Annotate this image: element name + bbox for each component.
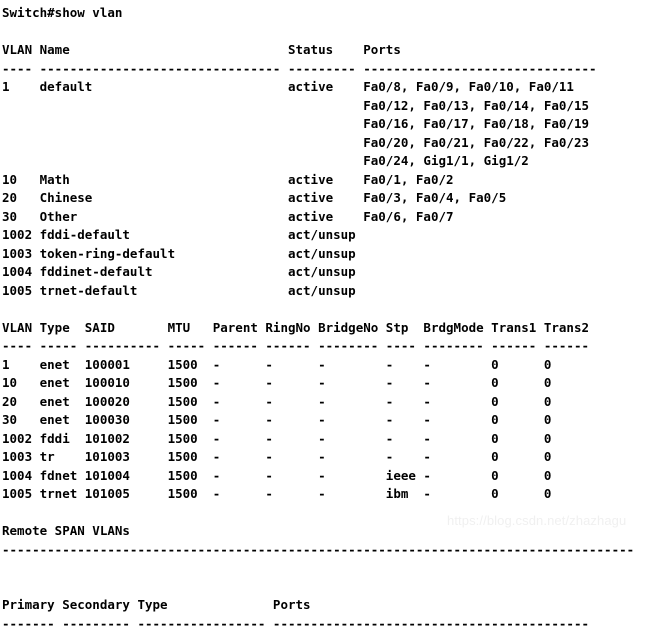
table-row: 10 enet 100010 1500 - - - - - 0 0 xyxy=(2,374,666,393)
private-vlan-table-separator: ------- --------- ----------------- ----… xyxy=(2,615,666,633)
table-row: 30 enet 100030 1500 - - - - - 0 0 xyxy=(2,411,666,430)
remote-span-value xyxy=(2,559,666,578)
table-row: 20 enet 100020 1500 - - - - - 0 0 xyxy=(2,393,666,412)
private-vlan-table-header: Primary Secondary Type Ports xyxy=(2,596,666,615)
table-row: 10 Math active Fa0/1, Fa0/2 xyxy=(2,171,666,190)
table-row-continuation: Fa0/24, Gig1/1, Gig1/2 xyxy=(2,152,666,171)
blank-line xyxy=(2,504,666,523)
vlan-table-header: VLAN Name Status Ports xyxy=(2,41,666,60)
table-row: 1003 token-ring-default act/unsup xyxy=(2,245,666,264)
vlan-table-separator: ---- -------------------------------- --… xyxy=(2,60,666,79)
remote-span-separator: ----------------------------------------… xyxy=(2,541,666,560)
blank-line xyxy=(2,23,666,42)
table-row: 1002 fddi-default act/unsup xyxy=(2,226,666,245)
table-row: 1004 fddinet-default act/unsup xyxy=(2,263,666,282)
table-row: 1003 tr 101003 1500 - - - - - 0 0 xyxy=(2,448,666,467)
table-row: 1005 trnet 101005 1500 - - - ibm - 0 0 xyxy=(2,485,666,504)
blank-line xyxy=(2,300,666,319)
table-row-continuation: Fa0/12, Fa0/13, Fa0/14, Fa0/15 xyxy=(2,97,666,116)
table-row: 1002 fddi 101002 1500 - - - - - 0 0 xyxy=(2,430,666,449)
table-row-continuation: Fa0/16, Fa0/17, Fa0/18, Fa0/19 xyxy=(2,115,666,134)
table-row: 1004 fdnet 101004 1500 - - - ieee - 0 0 xyxy=(2,467,666,486)
remote-span-title: Remote SPAN VLANs xyxy=(2,522,666,541)
terminal-output[interactable]: Switch#show vlan VLAN Name Status Ports … xyxy=(0,0,666,549)
table-row: 1 default active Fa0/8, Fa0/9, Fa0/10, F… xyxy=(2,78,666,97)
table-row: 1 enet 100001 1500 - - - - - 0 0 xyxy=(2,356,666,375)
detail-table-separator: ---- ----- ---------- ----- ------ -----… xyxy=(2,337,666,356)
detail-table-header: VLAN Type SAID MTU Parent RingNo BridgeN… xyxy=(2,319,666,338)
table-row: 30 Other active Fa0/6, Fa0/7 xyxy=(2,208,666,227)
table-row: 20 Chinese active Fa0/3, Fa0/4, Fa0/5 xyxy=(2,189,666,208)
command-prompt-line: Switch#show vlan xyxy=(2,4,666,23)
blank-line xyxy=(2,578,666,597)
table-row: 1005 trnet-default act/unsup xyxy=(2,282,666,301)
table-row-continuation: Fa0/20, Fa0/21, Fa0/22, Fa0/23 xyxy=(2,134,666,153)
